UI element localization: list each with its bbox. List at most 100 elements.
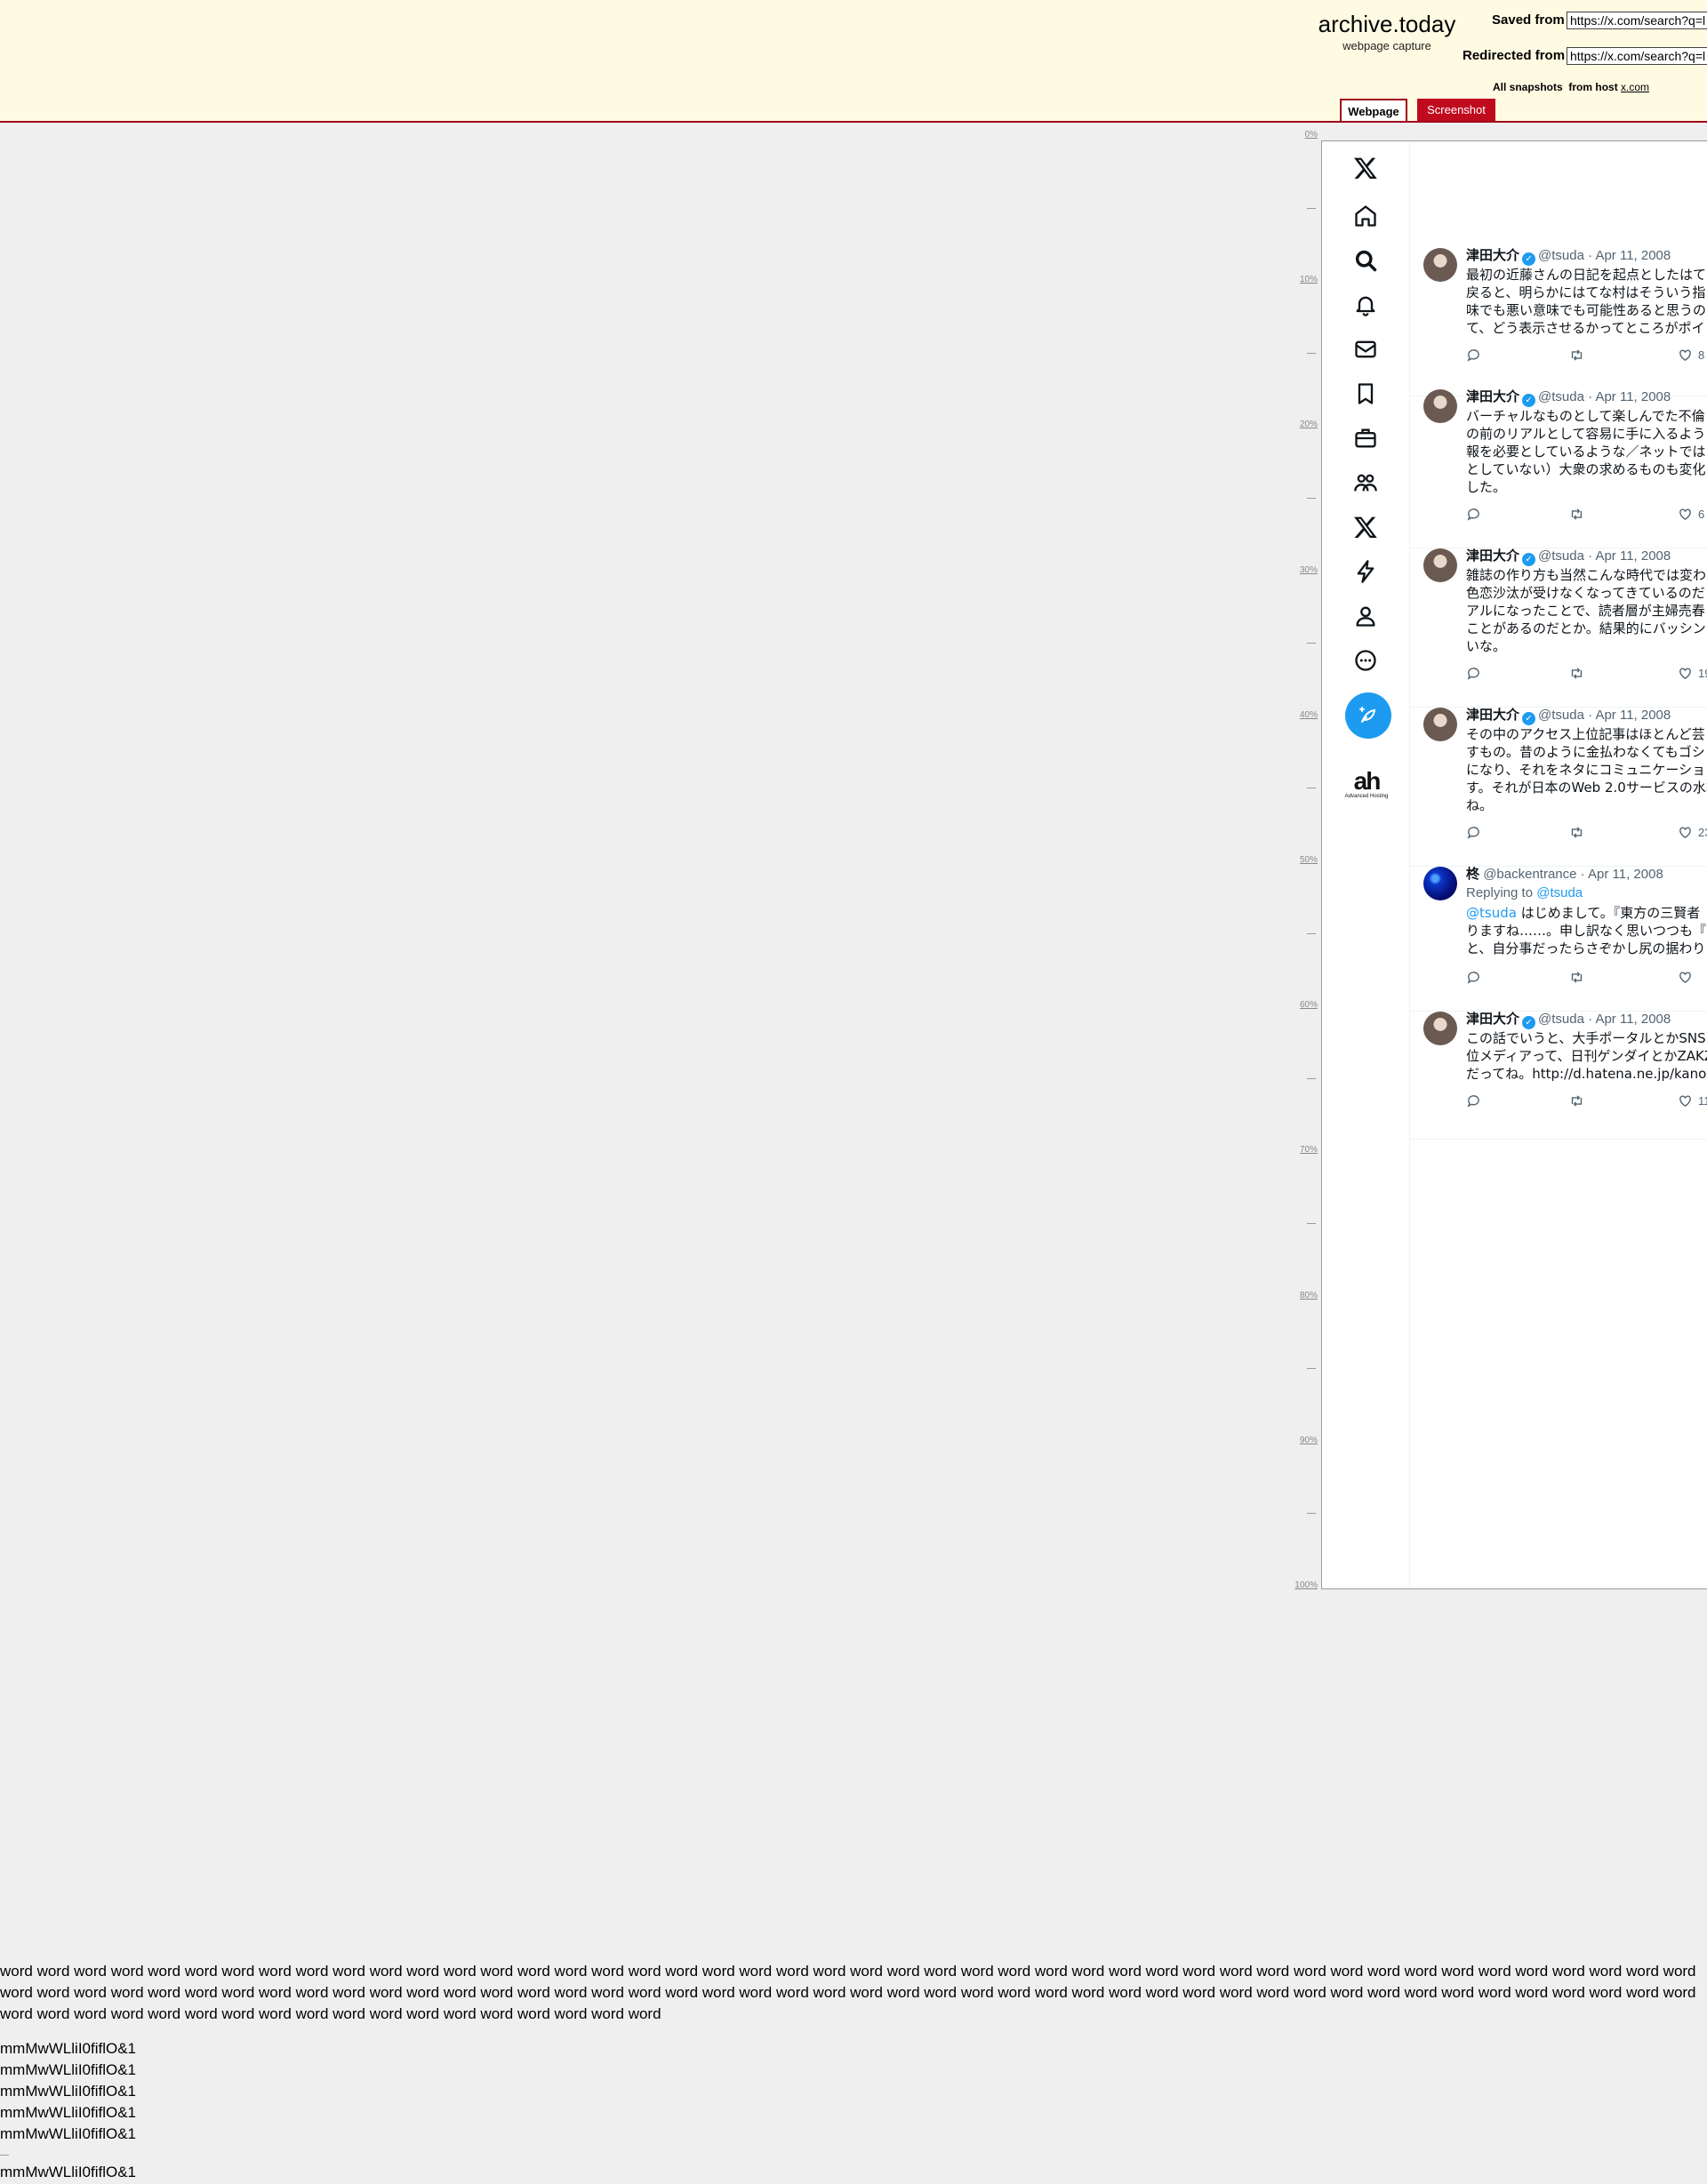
ruler-mark[interactable]: 10% bbox=[1282, 275, 1318, 284]
like-button[interactable]: 8 bbox=[1678, 348, 1704, 363]
mail-icon[interactable] bbox=[1345, 332, 1386, 367]
tab-webpage[interactable]: Webpage bbox=[1340, 99, 1407, 121]
reply-icon bbox=[1467, 1095, 1479, 1108]
tweet-handle[interactable]: @tsuda bbox=[1538, 1012, 1584, 1027]
bookmark-icon[interactable] bbox=[1345, 376, 1386, 412]
redirected-from-label: Redirected from bbox=[1463, 48, 1566, 63]
more-icon[interactable] bbox=[1345, 643, 1386, 678]
ruler-mark[interactable]: 80% bbox=[1282, 1291, 1318, 1300]
ruler-mark[interactable]: 100% bbox=[1282, 1580, 1318, 1590]
bell-icon[interactable] bbox=[1345, 287, 1386, 323]
reply-button[interactable] bbox=[1466, 1093, 1481, 1108]
tweet-author-name[interactable]: 柊 bbox=[1466, 867, 1479, 882]
tweet-date[interactable]: Apr 11, 2008 bbox=[1595, 248, 1671, 263]
post-button[interactable] bbox=[1345, 692, 1391, 739]
avatar[interactable] bbox=[1423, 708, 1457, 741]
tweet-author-name[interactable]: 津田大介 bbox=[1466, 1012, 1519, 1027]
home-icon[interactable] bbox=[1345, 198, 1386, 234]
tweet-mention[interactable]: @tsuda bbox=[1466, 905, 1517, 921]
tweet-actions: 19 bbox=[1466, 666, 1707, 684]
tweet-date[interactable]: Apr 11, 2008 bbox=[1595, 708, 1671, 723]
avatar[interactable] bbox=[1423, 389, 1457, 423]
ruler-mark[interactable]: 40% bbox=[1282, 710, 1318, 720]
profile-icon[interactable] bbox=[1345, 598, 1386, 634]
saved-from-label: Saved from bbox=[1492, 12, 1565, 28]
reply-icon bbox=[1467, 972, 1479, 984]
tweet[interactable]: 津田大介 ✓ @tsuda · Apr 11, 2008 最初の近藤さんの日記を起点… bbox=[1409, 248, 1707, 396]
retweet-button[interactable] bbox=[1569, 666, 1584, 681]
lightning-icon[interactable] bbox=[1345, 554, 1386, 589]
retweet-button[interactable] bbox=[1569, 825, 1584, 840]
tweet[interactable]: 津田大介 ✓ @tsuda · Apr 11, 2008 雑誌の作り方も当然こんな時… bbox=[1409, 548, 1707, 708]
tweet[interactable]: 津田大介 ✓ @tsuda · Apr 11, 2008 その中のアクセス上位記事は… bbox=[1409, 708, 1707, 867]
archive-title[interactable]: archive.today bbox=[1316, 11, 1458, 37]
reply-button[interactable] bbox=[1466, 825, 1481, 840]
ruler-tick bbox=[1307, 498, 1316, 499]
redirected-from-field[interactable]: https://x.com/search?q=l bbox=[1567, 47, 1707, 65]
tweet-actions bbox=[1466, 970, 1707, 988]
tweet-handle[interactable]: @tsuda bbox=[1538, 708, 1584, 723]
saved-from-field[interactable]: https://x.com/search?q=l bbox=[1567, 12, 1707, 29]
host-link[interactable]: x.com bbox=[1621, 81, 1649, 93]
tweet-handle[interactable]: @tsuda bbox=[1538, 248, 1584, 263]
tweet-handle[interactable]: @backentrance bbox=[1483, 867, 1576, 882]
test-line: mmMwWLliI0fiflO&1 bbox=[0, 2125, 137, 2142]
tweet-header: 津田大介 ✓ @tsuda · Apr 11, 2008 bbox=[1466, 248, 1671, 266]
like-button[interactable]: 19 bbox=[1678, 666, 1707, 681]
ruler-mark[interactable]: 90% bbox=[1282, 1436, 1318, 1445]
tweet-author-name[interactable]: 津田大介 bbox=[1466, 708, 1519, 723]
verified-badge-icon: ✓ bbox=[1522, 553, 1536, 566]
tweet-author-name[interactable]: 津田大介 bbox=[1466, 389, 1519, 404]
tweet-actions: 11 bbox=[1466, 1093, 1707, 1111]
communities-icon[interactable] bbox=[1345, 465, 1386, 500]
tweet-author-name[interactable]: 津田大介 bbox=[1466, 248, 1519, 263]
reply-button[interactable] bbox=[1466, 970, 1481, 985]
briefcase-icon[interactable] bbox=[1345, 420, 1386, 456]
tweet-handle[interactable]: @tsuda bbox=[1538, 389, 1584, 404]
tweet-text: 最初の近藤さんの日記を起点としたはて 戻ると、明らかにはてな村はそういう指 味で… bbox=[1466, 267, 1707, 336]
advanced-hosting-logo[interactable]: ah Advanced Hosting bbox=[1340, 769, 1393, 800]
x-logo-icon[interactable] bbox=[1345, 150, 1386, 186]
tweet-date[interactable]: Apr 11, 2008 bbox=[1595, 548, 1671, 564]
like-button[interactable]: 23 bbox=[1678, 825, 1707, 840]
tweet-date[interactable]: Apr 11, 2008 bbox=[1588, 867, 1663, 882]
ruler-mark[interactable]: 60% bbox=[1282, 1000, 1318, 1010]
retweet-icon bbox=[1571, 827, 1583, 838]
ruler-mark[interactable]: 0% bbox=[1282, 130, 1318, 140]
reply-button[interactable] bbox=[1466, 666, 1481, 681]
avatar[interactable] bbox=[1423, 248, 1457, 282]
tweet[interactable]: 津田大介 ✓ @tsuda · Apr 11, 2008 この話でいうと、大手ポータ… bbox=[1409, 1012, 1707, 1140]
timeline: 津田大介 ✓ @tsuda · Apr 11, 2008 最初の近藤さんの日記を起点… bbox=[1409, 141, 1707, 1588]
ruler-mark[interactable]: 70% bbox=[1282, 1145, 1318, 1155]
avatar[interactable] bbox=[1423, 867, 1457, 900]
tweet[interactable]: 柊 @backentrance · Apr 11, 2008 Replying … bbox=[1409, 867, 1707, 1012]
tweet-date[interactable]: Apr 11, 2008 bbox=[1595, 389, 1671, 404]
tweet[interactable]: 津田大介 ✓ @tsuda · Apr 11, 2008 バーチャルなものとして楽し… bbox=[1409, 389, 1707, 548]
like-button[interactable]: 11 bbox=[1678, 1093, 1707, 1108]
retweet-button[interactable] bbox=[1569, 507, 1584, 522]
retweet-icon bbox=[1571, 1095, 1583, 1107]
replying-to-handle[interactable]: @tsuda bbox=[1536, 885, 1583, 900]
x-premium-icon[interactable] bbox=[1345, 509, 1386, 545]
retweet-button[interactable] bbox=[1569, 970, 1584, 985]
retweet-button[interactable] bbox=[1569, 1093, 1584, 1108]
ruler-mark[interactable]: 50% bbox=[1282, 855, 1318, 865]
like-count: 23 bbox=[1698, 826, 1707, 839]
reply-icon bbox=[1467, 349, 1479, 362]
tab-screenshot[interactable]: Screenshot bbox=[1417, 99, 1495, 121]
avatar[interactable] bbox=[1423, 548, 1457, 582]
ruler-mark[interactable]: 30% bbox=[1282, 565, 1318, 575]
archive-logo[interactable]: archive.today webpage capture bbox=[1316, 11, 1458, 52]
all-snapshots-label: All snapshots bbox=[1493, 81, 1563, 93]
retweet-button[interactable] bbox=[1569, 348, 1584, 363]
search-icon[interactable] bbox=[1345, 243, 1386, 278]
tweet-date[interactable]: Apr 11, 2008 bbox=[1595, 1012, 1671, 1027]
reply-button[interactable] bbox=[1466, 348, 1481, 363]
avatar[interactable] bbox=[1423, 1012, 1457, 1045]
like-button[interactable]: 6 bbox=[1678, 507, 1704, 522]
tweet-handle[interactable]: @tsuda bbox=[1538, 548, 1584, 564]
reply-button[interactable] bbox=[1466, 507, 1481, 522]
like-button[interactable] bbox=[1678, 970, 1698, 985]
tweet-author-name[interactable]: 津田大介 bbox=[1466, 548, 1519, 564]
ruler-mark[interactable]: 20% bbox=[1282, 420, 1318, 429]
